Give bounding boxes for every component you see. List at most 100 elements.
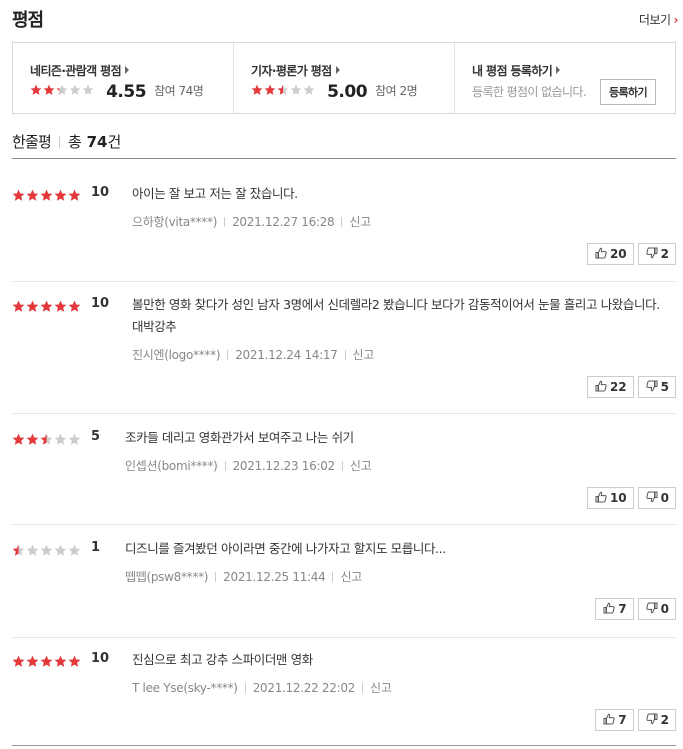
star-rating: [12, 298, 82, 312]
like-count: 7: [618, 602, 627, 616]
critic-rating-line: 5.00 참여 2명: [251, 80, 418, 102]
star-icon: [26, 544, 39, 557]
divider: [332, 572, 334, 582]
star-rating: [12, 653, 82, 667]
netizen-count: 참여 74명: [154, 84, 204, 98]
star-icon: [68, 544, 81, 557]
star-rating: [12, 542, 82, 556]
dislike-button[interactable]: 0: [637, 598, 676, 620]
star-icon: [69, 84, 81, 96]
review-author[interactable]: 으하항(vita****): [132, 215, 217, 229]
star-icon: [68, 655, 81, 668]
thumbs-down-icon: [645, 247, 661, 261]
like-count: 22: [609, 380, 627, 394]
review-author[interactable]: T lee Yse(sky-****): [132, 681, 238, 695]
star-icon: [54, 544, 67, 557]
like-button[interactable]: 10: [586, 487, 634, 509]
like-count: 7: [618, 713, 627, 727]
review-date: 2021.12.24 14:17: [235, 348, 338, 362]
critic-rating-title: 기자·평론가 평점: [251, 64, 332, 78]
dislike-count: 2: [660, 713, 669, 727]
netizen-score: 4.55: [106, 82, 147, 102]
star-icon: [40, 189, 53, 202]
star-rating: [251, 81, 316, 100]
divider: [12, 637, 676, 638]
review-meta: 뗍뗍(psw8****) 2021.12.25 11:44 신고: [125, 568, 362, 585]
review-score: 1: [91, 540, 101, 555]
star-icon: [56, 84, 68, 96]
thumbs-up-icon: [595, 247, 610, 261]
report-link[interactable]: 신고: [340, 570, 362, 584]
review-text: 진심으로 최고 강추 스파이더맨 영화: [132, 652, 313, 667]
review-meta: 으하항(vita****) 2021.12.27 16:28 신고: [132, 213, 371, 230]
star-icon: [43, 84, 55, 96]
star-icon: [68, 433, 81, 446]
thumbs-down-icon: [645, 491, 661, 505]
star-icon: [40, 655, 53, 668]
divider: [59, 136, 61, 148]
star-rating: [12, 187, 82, 201]
star-icon: [26, 655, 39, 668]
like-button[interactable]: 20: [586, 243, 634, 265]
divider: [362, 683, 363, 693]
my-rating-link[interactable]: 내 평점 등록하기: [472, 62, 561, 79]
like-button[interactable]: 7: [595, 709, 634, 731]
review-author[interactable]: 진시엔(logo****): [132, 348, 221, 362]
vote-buttons: 72: [591, 709, 676, 731]
critic-count: 참여 2명: [375, 84, 418, 98]
star-icon: [12, 300, 25, 313]
dislike-button[interactable]: 2: [637, 709, 676, 731]
critic-rating: 기자·평론가 평점 5.00 참여 2명: [233, 43, 454, 113]
more-link[interactable]: 더보기 ›: [639, 11, 679, 28]
star-icon: [12, 655, 25, 668]
report-link[interactable]: 신고: [350, 459, 372, 473]
report-link[interactable]: 신고: [349, 215, 371, 229]
review-text: 조카들 데리고 영화관가서 보여주고 나는 쉬기: [125, 430, 354, 445]
register-rating-button[interactable]: 등록하기: [600, 79, 656, 105]
dislike-button[interactable]: 5: [637, 376, 676, 398]
review-score: 10: [91, 296, 110, 311]
dislike-count: 2: [660, 247, 669, 261]
divider: [224, 217, 226, 227]
netizen-rating: 네티즌·관람객 평점 4.55 참여 74명: [13, 43, 233, 113]
star-icon: [12, 433, 25, 446]
star-icon: [290, 84, 302, 96]
dislike-button[interactable]: 0: [637, 487, 676, 509]
review-item: 10 볼만한 영화 찾다가 성인 남자 3명에서 신데렐라2 봤습니다 보다가 감…: [12, 296, 676, 398]
arrow-right-icon: [335, 66, 340, 74]
review-author[interactable]: 뗍뗍(psw8****): [125, 570, 208, 584]
dislike-count: 0: [660, 602, 669, 616]
dislike-button[interactable]: 2: [637, 243, 676, 265]
dislike-count: 0: [660, 491, 669, 505]
report-link[interactable]: 신고: [353, 348, 375, 362]
chevron-right-icon: ›: [673, 13, 679, 27]
star-icon: [277, 84, 289, 96]
like-button[interactable]: 7: [595, 598, 634, 620]
star-icon: [40, 300, 53, 313]
review-author[interactable]: 인셉션(bomi****): [125, 459, 218, 473]
thumbs-down-icon: [645, 380, 661, 394]
thumbs-up-icon: [603, 602, 618, 616]
vote-buttons: 22 5: [583, 376, 676, 398]
thumbs-up-icon: [595, 491, 610, 505]
netizen-rating-link[interactable]: 네티즌·관람객 평점: [30, 62, 130, 79]
review-count-label: 한줄평: [12, 133, 52, 151]
like-count: 10: [609, 491, 627, 505]
review-meta: 진시엔(logo****) 2021.12.24 14:17 신고: [132, 346, 374, 363]
review-meta: 인셉션(bomi****) 2021.12.23 16:02 신고: [125, 457, 372, 474]
critic-rating-link[interactable]: 기자·평론가 평점: [251, 62, 340, 79]
section-title: 평점: [12, 10, 44, 31]
like-count: 20: [609, 247, 627, 261]
review-text: 볼만한 영화 찾다가 성인 남자 3명에서 신데렐라2 봤습니다 보다가 감동적…: [132, 297, 660, 334]
report-link[interactable]: 신고: [370, 681, 392, 695]
review-count: 한줄평 총 74건: [12, 131, 121, 151]
like-button[interactable]: 22: [586, 376, 634, 398]
star-icon: [68, 300, 81, 313]
star-icon: [54, 300, 67, 313]
netizen-rating-title: 네티즌·관람객 평점: [30, 64, 122, 78]
star-icon: [68, 189, 81, 202]
review-date: 2021.12.22 22:02: [252, 681, 356, 695]
vote-buttons: 10 0: [583, 487, 676, 509]
review-text: 디즈니를 즐겨봤던 아이라면 중간에 나가자고 할지도 모릅니다...: [125, 541, 446, 556]
star-icon: [264, 84, 276, 96]
